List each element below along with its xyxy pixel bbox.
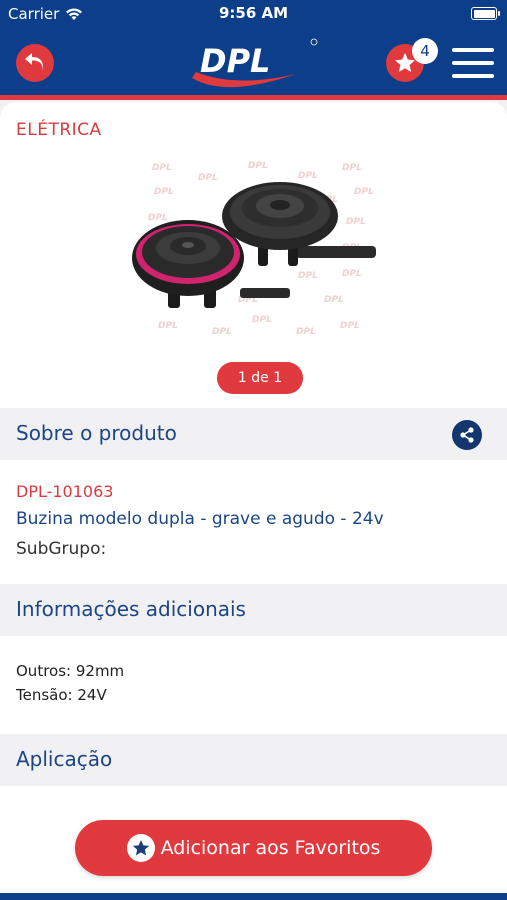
svg-text:DPL: DPL [346, 217, 366, 227]
additional-info-body: Outros: 92mm Tensão: 24V [0, 636, 507, 734]
image-pager: 1 de 1 [217, 362, 303, 394]
svg-text:DPL: DPL [152, 163, 172, 173]
info-label: Tensão: [16, 686, 73, 704]
product-card: ELÉTRICA DPL DPL DPL DPL DPL DPL DPL DPL DPL DP… [0, 102, 507, 408]
svg-text:DPL: DPL [298, 271, 318, 281]
svg-text:DPL: DPL [298, 171, 318, 181]
svg-text:DPL: DPL [340, 321, 360, 331]
about-section-body: DPL-101063 Buzina modelo dupla - grave e… [0, 460, 507, 584]
status-bar: Carrier 9:56 AM [0, 0, 507, 28]
info-line-tensao: Tensão: 24V [16, 686, 107, 704]
application-section-header: Aplicação [0, 734, 507, 786]
svg-text:DPL: DPL [342, 163, 362, 173]
svg-text:DPL: DPL [324, 295, 344, 305]
svg-text:DPL: DPL [248, 161, 268, 171]
about-section-title: Sobre o produto [16, 421, 177, 445]
svg-text:DPL: DPL [212, 327, 232, 337]
category-label: ELÉTRICA [16, 120, 102, 140]
product-image[interactable]: DPLDPLDPLDPLDPL DPL DPL DPL DPL DPL DPL DPL … [128, 158, 378, 346]
info-value: 24V [77, 686, 107, 704]
svg-text:DPL: DPL [148, 213, 168, 223]
svg-text:DPL: DPL [342, 269, 362, 279]
battery-icon [471, 7, 500, 20]
svg-text:DPL: DPL [158, 321, 178, 331]
info-value: 92mm [75, 662, 125, 680]
share-button[interactable] [452, 420, 482, 450]
svg-text:DPL: DPL [296, 327, 316, 337]
dpl-logo: DPL [192, 38, 318, 88]
svg-text:DPL: DPL [354, 187, 374, 197]
add-to-favorites-button[interactable]: Adicionar aos Favoritos [75, 820, 432, 876]
info-line-outros: Outros: 92mm [16, 662, 124, 680]
favorites-count-badge: 4 [412, 38, 438, 64]
menu-button[interactable] [452, 46, 494, 80]
star-icon [126, 834, 155, 862]
subgroup-label: SubGrupo: [16, 539, 107, 559]
additional-info-section-header: Informações adicionais [0, 584, 507, 636]
svg-text:DPL: DPL [198, 173, 218, 183]
about-section-header: Sobre o produto [0, 408, 507, 460]
product-name: Buzina modelo dupla - grave e agudo - 24… [16, 509, 384, 529]
back-arrow-icon [25, 53, 44, 71]
share-icon [460, 427, 474, 443]
clock: 9:56 AM [218, 4, 289, 22]
bottom-strip [0, 893, 507, 900]
back-button[interactable] [16, 44, 54, 82]
application-section-title: Aplicação [16, 747, 113, 771]
svg-text:DPL: DPL [252, 315, 272, 325]
header-accent-line [0, 95, 507, 100]
additional-info-title: Informações adicionais [16, 597, 246, 621]
product-code: DPL-101063 [16, 482, 114, 501]
hamburger-menu-icon [452, 48, 494, 52]
logo-text: DPL [200, 42, 270, 80]
nav-bar: DPL 4 [0, 28, 507, 100]
add-to-favorites-label: Adicionar aos Favoritos [160, 837, 381, 859]
svg-text:DPL: DPL [154, 187, 174, 197]
info-label: Outros: [16, 662, 72, 680]
